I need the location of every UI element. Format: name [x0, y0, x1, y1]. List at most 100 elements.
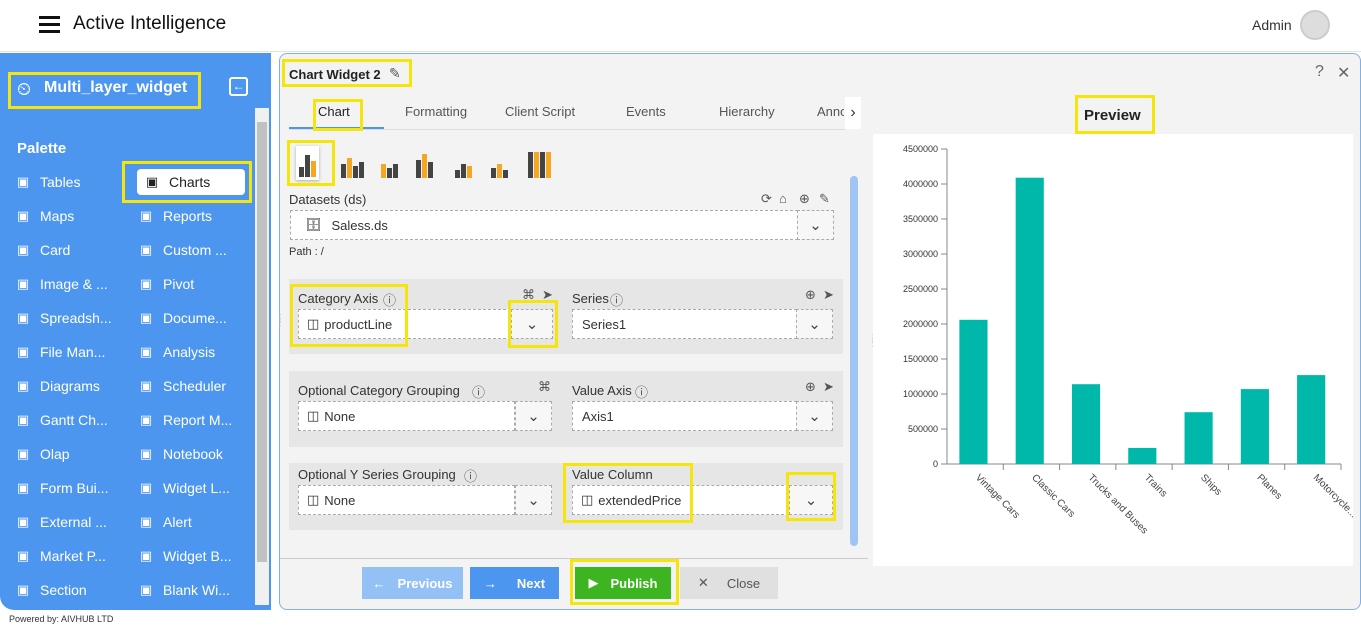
sidebar-item-alert[interactable]: ▣ Alert — [137, 509, 192, 535]
edit-icon[interactable]: ✎ — [819, 191, 830, 207]
sidebar-item-custom[interactable]: ▣ Custom ... — [137, 237, 227, 263]
sidebar-item-card[interactable]: ▣ Card — [14, 237, 71, 263]
y-series-grouping-select[interactable]: ◫ None — [298, 485, 515, 515]
sliders-icon: ▣ — [139, 378, 153, 393]
dataset-dropdown-button[interactable]: ⌄ — [797, 210, 834, 240]
sidebar-item-charts[interactable]: ▣ Charts — [137, 169, 245, 195]
sidebar-item-external[interactable]: ▣ External ... — [14, 509, 107, 535]
sidebar-item-scheduler[interactable]: ▣ Scheduler — [137, 373, 226, 399]
add-series-icon[interactable]: ⊕ — [805, 287, 816, 303]
sidebar-item-olap[interactable]: ▣ Olap — [14, 441, 70, 467]
value-axis-dropdown-button[interactable]: ⌄ — [796, 401, 833, 431]
tab-hierarchy[interactable]: Hierarchy — [719, 104, 775, 119]
sidebar-item-section[interactable]: ▣ Section — [14, 577, 87, 603]
add-axis-icon[interactable]: ⊕ — [805, 379, 816, 395]
category-grouping-select[interactable]: ◫ None — [298, 401, 515, 431]
sidebar-item-widget-b[interactable]: ▣ Widget B... — [137, 543, 232, 569]
chart-type-option[interactable] — [455, 152, 472, 178]
hamburger-menu-icon[interactable] — [39, 16, 60, 33]
chart-type-option[interactable] — [491, 152, 508, 178]
add-icon[interactable]: ⊕ — [799, 191, 810, 207]
bar — [1128, 447, 1157, 464]
analysis-icon: ▣ — [139, 344, 153, 359]
hierarchy-icon[interactable]: ⌘ — [538, 379, 551, 395]
sidebar-item-report-m[interactable]: ▣ Report M... — [137, 407, 232, 433]
chart-type-option[interactable] — [416, 152, 433, 178]
sidebar-item-reports[interactable]: ▣ Reports — [137, 203, 212, 229]
refresh-icon[interactable]: ⟳ — [761, 191, 772, 207]
sidebar-item-form-bui[interactable]: ▣ Form Bui... — [14, 475, 109, 501]
next-button[interactable]: → Next — [470, 567, 559, 599]
splitter-handle[interactable]: ⋮⋮ — [275, 314, 285, 329]
editor-scrollbar[interactable] — [850, 176, 858, 546]
avatar[interactable] — [1300, 10, 1330, 40]
info-icon: ⓘ — [472, 385, 486, 400]
top-bar: Active Intelligence Admin — [0, 0, 1361, 52]
sidebar-scrollbar[interactable] — [255, 108, 269, 605]
hierarchy-icon[interactable]: ⌘ — [522, 287, 535, 303]
value-axis-label: Value Axis — [572, 383, 632, 398]
sidebar-item-analysis[interactable]: ▣ Analysis — [137, 339, 215, 365]
sidebar-item-file-man[interactable]: ▣ File Man... — [14, 339, 106, 365]
sidebar-item-blank-wi[interactable]: ▣ Blank Wi... — [137, 577, 230, 603]
x-tick-label: Planes — [1254, 472, 1283, 501]
sidebar-item-maps[interactable]: ▣ Maps — [14, 203, 74, 229]
user-name[interactable]: Admin — [1252, 17, 1292, 33]
chart-type-option[interactable] — [341, 152, 364, 178]
chart-icon: ▣ — [145, 174, 159, 189]
cubes-icon: ▣ — [16, 446, 30, 461]
info-icon: ⓘ — [464, 469, 478, 484]
sidebar-item-spreadsh[interactable]: ▣ Spreadsh... — [14, 305, 112, 331]
sidebar-item-image[interactable]: ▣ Image & ... — [14, 271, 108, 297]
category-axis-dropdown-button[interactable]: ⌄ — [511, 309, 553, 339]
close-icon[interactable]: ✕ — [1337, 63, 1350, 83]
sidebar-item-pivot[interactable]: ▣ Pivot — [137, 271, 194, 297]
close-button[interactable]: ✕ Close — [680, 567, 778, 599]
tab-events[interactable]: Events — [626, 104, 666, 119]
previous-button[interactable]: ← Previous — [362, 567, 463, 599]
tabs-scroll-right-button[interactable]: › — [845, 97, 861, 129]
chart-type-option[interactable] — [381, 152, 398, 178]
sidebar-item-tables[interactable]: ▣ Tables — [14, 169, 81, 195]
collapse-sidebar-button[interactable]: ← — [229, 77, 248, 96]
help-icon[interactable]: ? — [1315, 63, 1324, 81]
sidebar-item-docume[interactable]: ▣ Docume... — [137, 305, 227, 331]
value-axis-select[interactable]: Axis1 — [572, 401, 797, 431]
cart-icon: ▣ — [139, 548, 153, 563]
send-icon[interactable]: ➤ — [823, 287, 834, 303]
grid-plus-icon: ▣ — [16, 514, 30, 529]
series-select[interactable]: Series1 — [572, 309, 797, 339]
map-icon: ▣ — [16, 208, 30, 223]
category-grouping-dropdown-button[interactable]: ⌄ — [515, 401, 552, 431]
chart-type-option[interactable] — [296, 146, 319, 180]
sidebar-item-diagrams[interactable]: ▣ Diagrams — [14, 373, 100, 399]
sidebar-item-market-p[interactable]: ▣ Market P... — [14, 543, 106, 569]
sidebar-item-widget-l[interactable]: ▣ Widget L... — [137, 475, 230, 501]
card-icon: ▣ — [16, 242, 30, 257]
publish-button[interactable]: ▶ Publish — [575, 567, 671, 599]
y-tick-label: 2500000 — [903, 284, 938, 294]
bar — [1297, 375, 1326, 464]
path-label: Path : / — [289, 246, 324, 258]
series-label: Series — [572, 291, 609, 306]
tab-anno[interactable]: Anno — [817, 104, 844, 119]
tab-formatting[interactable]: Formatting — [405, 104, 467, 119]
value-column-dropdown-button[interactable]: ⌄ — [789, 485, 833, 515]
tab-chart[interactable]: Chart — [318, 104, 350, 119]
y-series-grouping-dropdown-button[interactable]: ⌄ — [515, 485, 552, 515]
database-icon: 🗄 — [305, 217, 322, 232]
edit-title-icon[interactable]: ✎ — [389, 65, 401, 82]
send-icon[interactable]: ➤ — [823, 379, 834, 395]
tab-client-script[interactable]: Client Script — [505, 104, 575, 119]
sidebar-item-gantt-ch[interactable]: ▣ Gantt Ch... — [14, 407, 108, 433]
series-dropdown-button[interactable]: ⌄ — [796, 309, 833, 339]
dataset-select[interactable]: 🗄 Saless.ds — [290, 210, 798, 240]
y-tick-label: 4000000 — [903, 179, 938, 189]
pivot-icon: ▣ — [139, 276, 153, 291]
sidebar-item-notebook[interactable]: ▣ Notebook — [137, 441, 223, 467]
home-icon[interactable]: ⌂ — [779, 191, 787, 206]
send-icon[interactable]: ➤ — [542, 287, 553, 303]
chart-type-option[interactable] — [528, 152, 551, 178]
category-axis-select[interactable]: ◫ productLine — [298, 309, 511, 339]
value-column-select[interactable]: ◫ extendedPrice — [572, 485, 789, 515]
